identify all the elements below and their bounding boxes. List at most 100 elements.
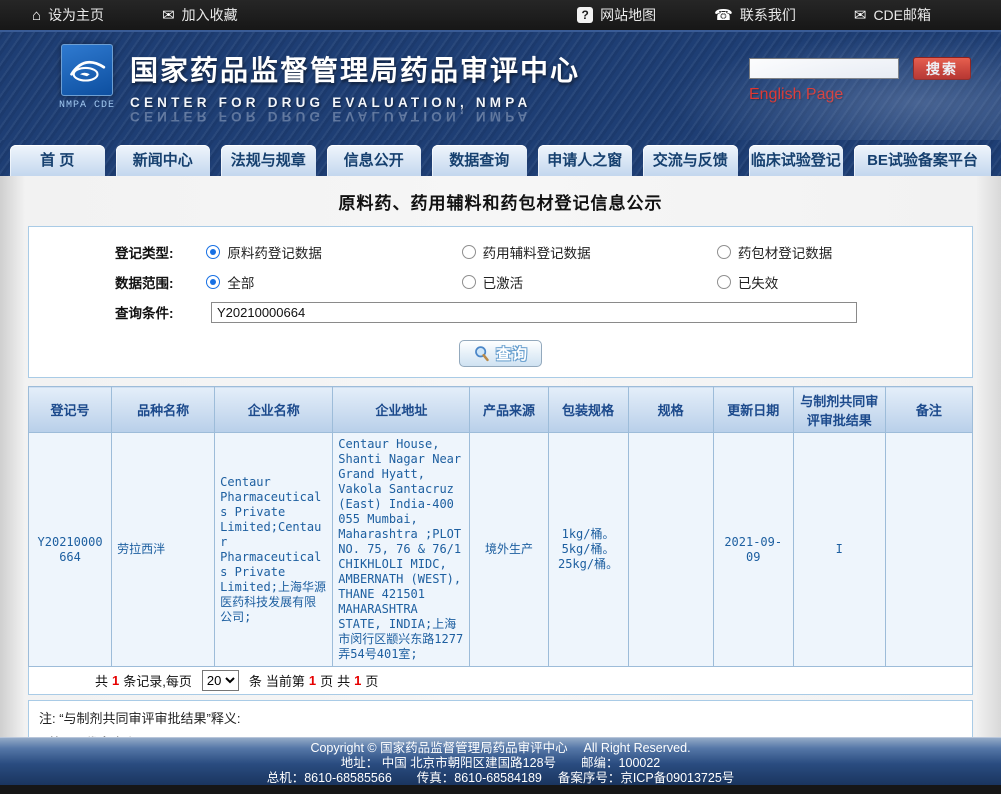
envelope-icon: ✉ (162, 6, 175, 24)
query-button-label: 查询 (495, 346, 528, 363)
pager-text: 共 (95, 674, 109, 689)
query-condition-input[interactable] (211, 301, 857, 323)
radio-icon[interactable] (461, 245, 476, 259)
radio-scope-active[interactable]: 已激活 (461, 272, 717, 292)
notes-title: 注: “与制剂共同审评审批结果”释义: (39, 711, 241, 726)
pager-text: 共 (337, 674, 351, 689)
radio-icon[interactable] (206, 275, 221, 289)
page-size-select[interactable]: 20 (201, 670, 239, 691)
main-nav: 首 页 新闻中心 法规与规章 信息公开 数据查询 申请人之窗 交流与反馈 临床试… (0, 140, 1001, 176)
query-form: 登记类型: 原料药登记数据 药用辅料登记数据 药包材登记数据 数据范围: 全部 (28, 226, 973, 378)
pager-text: 条记录,每页 (123, 674, 192, 689)
radio-scope-expired[interactable]: 已失效 (716, 272, 972, 292)
tab-regulations[interactable]: 法规与规章 (221, 145, 316, 176)
site-logo[interactable]: NMPA CDE (56, 44, 118, 111)
set-home-link[interactable]: ⌂ 设为主页 (32, 5, 104, 25)
footer-contacts: 总机：8610-68585566 传真：8610-68584189 备案序号：京… (266, 771, 735, 785)
contact-label: 联系我们 (739, 7, 796, 23)
col-company: 企业名称 (214, 386, 334, 433)
query-condition-label: 查询条件: (115, 306, 174, 321)
site-search-input[interactable] (749, 58, 899, 79)
pager-text: 当前第 (265, 674, 305, 689)
radio-label: 全部 (227, 276, 255, 291)
radio-excipient[interactable]: 药用辅料登记数据 (461, 242, 717, 262)
top-utility-bar: ⌂ 设为主页 ✉ 加入收藏 ? 网站地图 ☎ 联系我们 ✉ CDE邮箱 (0, 0, 1001, 30)
site-footer: Copyright © 国家药品监督管理局药品审评中心 All Right Re… (0, 737, 1001, 785)
main-content: 原料药、药用辅料和药包材登记信息公示 登记类型: 原料药登记数据 药用辅料登记数… (0, 176, 1001, 794)
tab-news[interactable]: 新闻中心 (115, 145, 210, 176)
page-title: 原料药、药用辅料和药包材登记信息公示 (338, 194, 663, 213)
radio-label: 药用辅料登记数据 (482, 246, 591, 261)
query-button[interactable]: 查询 (458, 340, 542, 367)
cell-company: Centaur Pharmaceuticals Private Limited;… (214, 432, 334, 667)
cell-spec (627, 432, 714, 667)
sitemap-link[interactable]: ? 网站地图 (577, 5, 656, 25)
radio-packaging-material[interactable]: 药包材登记数据 (716, 242, 972, 262)
radio-label: 原料药登记数据 (227, 246, 322, 261)
total-records: 1 (112, 673, 120, 688)
table-header-row: 登记号 品种名称 企业名称 企业地址 产品来源 包装规格 规格 更新日期 与制剂… (27, 386, 974, 433)
current-page: 1 (308, 673, 317, 688)
site-title: 国家药品监督管理局药品审评中心 (130, 55, 581, 86)
cell-reg-no: Y20210000664 (27, 432, 113, 667)
cell-remark (884, 432, 974, 667)
result-table: 登记号 品种名称 企业名称 企业地址 产品来源 包装规格 规格 更新日期 与制剂… (27, 386, 974, 667)
radio-icon[interactable] (206, 245, 221, 259)
col-remark: 备注 (884, 386, 974, 433)
footer-address: 地址： 中国 北京市朝阳区建国路128号 邮编：100022 (340, 756, 661, 770)
radio-icon[interactable] (716, 245, 731, 259)
contact-link[interactable]: ☎ 联系我们 (714, 5, 796, 25)
col-source: 产品来源 (469, 386, 549, 433)
pager-text: 页 (320, 674, 334, 689)
phone-icon: ☎ (714, 6, 733, 24)
site-subtitle: CENTER FOR DRUG EVALUATION, NMPA (130, 95, 532, 110)
col-name: 品种名称 (111, 386, 216, 433)
site-search-button[interactable]: 搜索 (913, 57, 971, 80)
cde-mail-label: CDE邮箱 (873, 7, 931, 23)
tab-disclosure[interactable]: 信息公开 (326, 145, 421, 176)
cell-source: 境外生产 (469, 432, 549, 667)
col-reg-no: 登记号 (27, 386, 113, 433)
radio-icon[interactable] (461, 275, 476, 289)
pagination-bar: 共 1 条记录,每页 20 条 当前第 1 页 共 1 页 (28, 667, 973, 695)
total-pages: 1 (354, 673, 362, 688)
tab-feedback[interactable]: 交流与反馈 (643, 145, 738, 176)
mail-icon: ✉ (853, 6, 867, 24)
sitemap-label: 网站地图 (600, 7, 657, 23)
col-packaging: 包装规格 (547, 386, 629, 433)
radio-scope-all[interactable]: 全部 (206, 272, 461, 292)
question-mark-icon: ? (577, 7, 594, 23)
cde-swoosh-icon (70, 60, 106, 82)
tab-home[interactable]: 首 页 (10, 145, 105, 176)
tab-clinical-trial[interactable]: 临床试验登记 (748, 145, 843, 176)
radio-icon[interactable] (716, 275, 731, 289)
radio-label: 已失效 (737, 276, 779, 291)
logo-caption: NMPA CDE (58, 100, 115, 111)
cell-address: Centaur House, Shanti Nagar Near Grand H… (332, 432, 471, 667)
col-address: 企业地址 (332, 386, 471, 433)
reg-type-label: 登记类型: (115, 246, 174, 261)
english-page-link[interactable]: English Page (749, 86, 979, 104)
home-icon: ⌂ (32, 6, 42, 24)
tab-applicant[interactable]: 申请人之窗 (537, 145, 632, 176)
radio-label: 药包材登记数据 (737, 246, 833, 261)
footer-copyright: Copyright © 国家药品监督管理局药品审评中心 All Right Re… (310, 741, 691, 755)
set-home-label: 设为主页 (48, 7, 105, 23)
table-row: Y20210000664 劳拉西泮 Centaur Pharmaceutical… (27, 432, 974, 667)
bottom-strip (0, 785, 1001, 794)
col-spec: 规格 (627, 386, 714, 433)
scope-label: 数据范围: (115, 276, 174, 291)
tab-be-platform[interactable]: BE试验备案平台 (854, 145, 992, 176)
cde-mail-link[interactable]: ✉ CDE邮箱 (854, 5, 931, 25)
add-favorite-label: 加入收藏 (181, 7, 238, 23)
cell-review-result: I (792, 432, 886, 667)
tab-data-query[interactable]: 数据查询 (432, 145, 527, 176)
site-subtitle-reflection: CENTER FOR DRUG EVALUATION, NMPA (130, 109, 532, 124)
add-favorite-link[interactable]: ✉ 加入收藏 (162, 5, 238, 25)
radio-label: 已激活 (482, 276, 524, 291)
pager-text: 页 (365, 674, 379, 689)
magnifier-icon (475, 346, 489, 362)
radio-raw-material[interactable]: 原料药登记数据 (206, 242, 461, 262)
site-banner: NMPA CDE 国家药品监督管理局药品审评中心 CENTER FOR DRUG… (0, 30, 1001, 140)
col-review-result: 与制剂共同审评审批结果 (792, 386, 886, 433)
